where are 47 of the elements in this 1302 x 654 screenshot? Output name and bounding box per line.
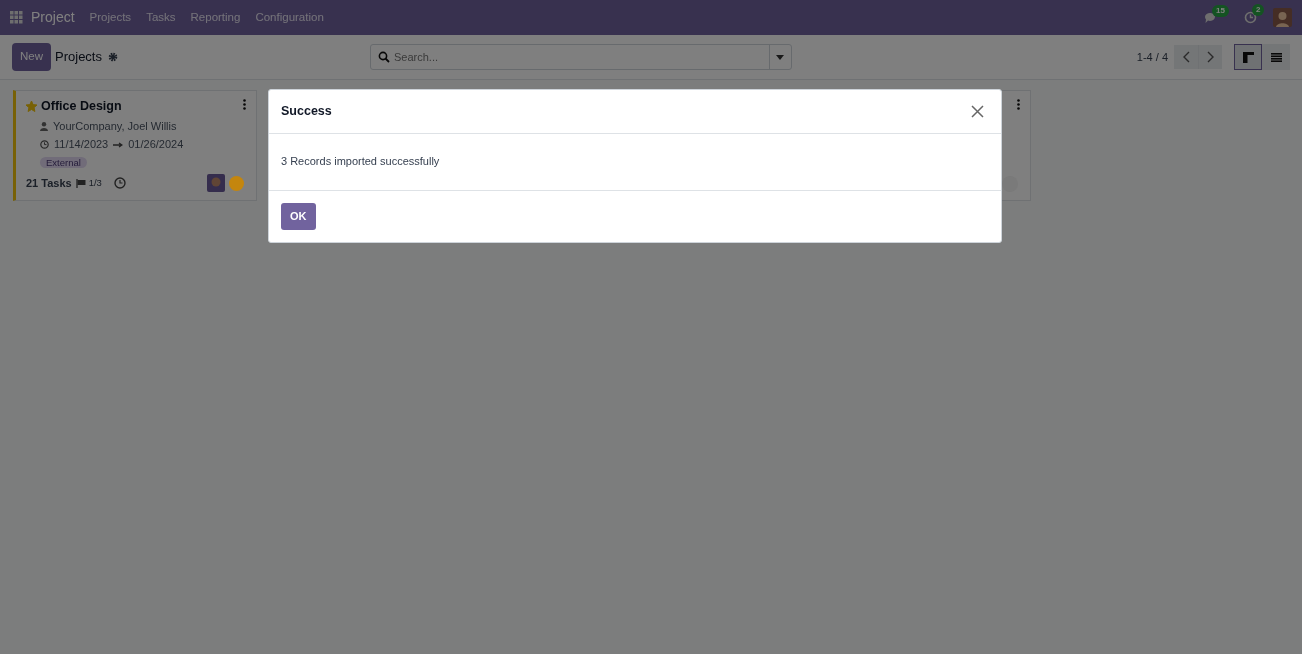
- dialog-message: 3 Records imported successfully: [281, 155, 440, 167]
- menu-item[interactable]: Reporting: [190, 8, 241, 27]
- next-button[interactable]: [1198, 45, 1222, 69]
- list-icon: [1270, 52, 1282, 62]
- status-dot[interactable]: [229, 175, 244, 191]
- avatar-icon[interactable]: [1273, 8, 1292, 27]
- chevron-right-icon: [1207, 51, 1214, 63]
- kanban-icon: [1242, 51, 1254, 63]
- more-options-icon[interactable]: [243, 99, 246, 110]
- arrow-icon: [113, 141, 124, 148]
- project-name: Office Design: [41, 98, 122, 115]
- menu-item[interactable]: Projects: [89, 8, 132, 27]
- list-view-button[interactable]: [1262, 44, 1290, 70]
- apps-menu-icon[interactable]: [10, 11, 23, 24]
- flag-icon: [75, 178, 86, 188]
- person-icon: [40, 121, 48, 131]
- star-icon[interactable]: [26, 100, 37, 112]
- project-tag: External: [40, 156, 87, 168]
- menu-item[interactable]: Configuration: [255, 8, 324, 27]
- chevron-left-icon: [1182, 51, 1190, 63]
- previous-button[interactable]: [1174, 45, 1198, 69]
- start-date: 11/14/2023: [54, 137, 109, 153]
- caret-icon[interactable]: [776, 54, 785, 60]
- kanban-view-button[interactable]: [1234, 44, 1262, 70]
- status-dot[interactable]: [1002, 176, 1018, 192]
- gear-icon[interactable]: [108, 52, 118, 62]
- search-field[interactable]: Search...: [370, 44, 792, 70]
- breadcrumb-title: Projects: [55, 48, 102, 67]
- clock-icon: [40, 140, 49, 149]
- count-badge: 2: [1252, 4, 1265, 16]
- search-input[interactable]: Search...: [390, 48, 769, 66]
- pager-value: 1-4 / 4: [1136, 49, 1168, 65]
- tasks-count[interactable]: 21 Tasks: [26, 174, 72, 192]
- customer-name: YourCompany, Joel Willis: [53, 118, 177, 134]
- ok-button[interactable]: OK: [281, 203, 316, 230]
- clock-icon[interactable]: [113, 177, 126, 189]
- dialog-title: Success: [281, 103, 332, 121]
- avatar-icon[interactable]: [207, 174, 225, 192]
- count-badge: 15: [1212, 4, 1229, 17]
- app-name[interactable]: Project: [31, 7, 75, 28]
- new-button[interactable]: New: [12, 43, 51, 71]
- search-icon: [378, 51, 390, 63]
- close-icon[interactable]: [971, 105, 984, 118]
- milestones-count: 1/3: [88, 175, 102, 190]
- chat-icon[interactable]: [1204, 11, 1218, 24]
- end-date: 01/26/2024: [128, 137, 184, 153]
- more-options-icon[interactable]: [1017, 99, 1020, 110]
